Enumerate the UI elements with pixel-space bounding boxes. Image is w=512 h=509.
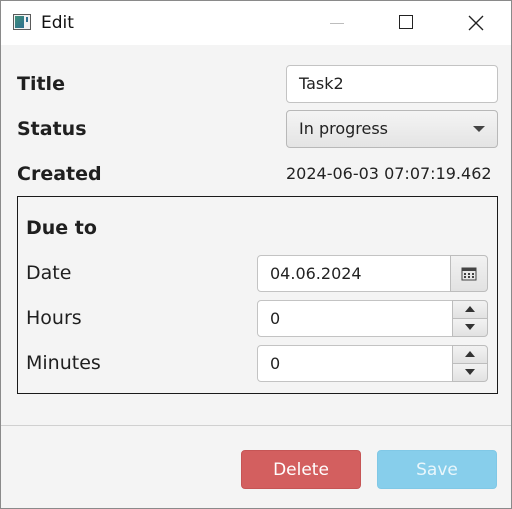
date-picker-button[interactable] <box>450 255 488 292</box>
minutes-value: 0 <box>270 353 281 373</box>
arrow-up-icon <box>465 351 475 357</box>
created-label: Created <box>17 163 102 185</box>
delete-button[interactable]: Delete <box>241 450 361 489</box>
hours-increment-button[interactable] <box>452 300 488 319</box>
minutes-label: Minutes <box>26 352 101 374</box>
hours-spinner-input[interactable]: 0 <box>257 300 453 337</box>
arrow-up-icon <box>465 306 475 312</box>
minimize-button[interactable] <box>314 1 360 45</box>
hours-decrement-button[interactable] <box>452 318 488 337</box>
date-input-value: 04.06.2024 <box>270 263 362 283</box>
footer-divider <box>1 425 511 426</box>
minimize-icon <box>330 23 344 24</box>
edit-dialog-window: Edit Title Task2 Status In progress Crea… <box>0 0 512 509</box>
hours-label: Hours <box>26 307 82 329</box>
title-bar[interactable]: Edit <box>1 1 511 45</box>
due-to-heading: Due to <box>26 217 97 239</box>
title-label: Title <box>17 73 65 95</box>
close-icon <box>468 15 484 31</box>
maximize-button[interactable] <box>383 1 429 45</box>
arrow-down-icon <box>465 369 475 375</box>
title-input[interactable]: Task2 <box>286 65 498 103</box>
status-label: Status <box>17 118 87 140</box>
minutes-decrement-button[interactable] <box>452 363 488 382</box>
window-title: Edit <box>41 13 74 33</box>
save-button[interactable]: Save <box>377 450 497 489</box>
minutes-increment-button[interactable] <box>452 345 488 364</box>
app-window-icon <box>13 14 31 30</box>
created-value: 2024-06-03 07:07:19.462 <box>286 164 492 183</box>
title-input-value: Task2 <box>299 74 344 93</box>
chevron-down-icon <box>473 126 485 132</box>
close-button[interactable] <box>453 1 499 45</box>
status-dropdown[interactable]: In progress <box>286 110 498 148</box>
status-dropdown-value: In progress <box>299 119 389 138</box>
hours-value: 0 <box>270 308 281 328</box>
arrow-down-icon <box>465 324 475 330</box>
maximize-icon <box>399 15 413 29</box>
date-label: Date <box>26 262 72 284</box>
minutes-spinner-input[interactable]: 0 <box>257 345 453 382</box>
calendar-icon <box>461 267 477 281</box>
date-input[interactable]: 04.06.2024 <box>257 255 451 292</box>
